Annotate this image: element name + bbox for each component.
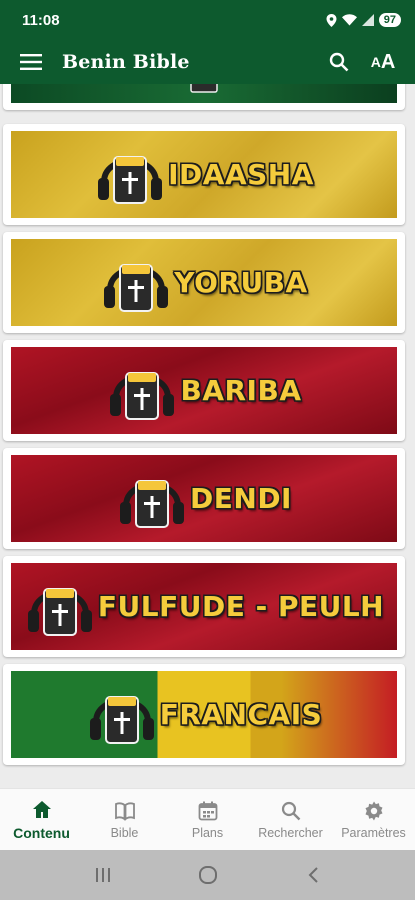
language-card-partial[interactable] [3,84,405,110]
system-nav-bar [0,850,415,900]
home-icon [32,800,51,818]
battery-indicator: 97 [378,13,401,27]
location-icon [326,13,337,27]
language-banner: FRANCAIS [11,671,397,758]
calendar-icon [198,801,217,820]
search-icon [281,801,300,820]
language-label: IDAASHA [168,158,314,191]
back-chevron-icon [308,867,318,883]
language-label: FRANCAIS [159,698,323,731]
language-banner: IDAASHA [11,131,397,218]
home-button[interactable] [188,855,228,895]
recents-icon [95,868,110,882]
back-button[interactable] [293,855,333,895]
language-banner: YORUBA [11,239,397,326]
search-icon [329,52,349,72]
home-circle-icon [198,866,217,884]
nav-tab-contenu[interactable]: Contenu [0,789,83,850]
nav-tab-bible[interactable]: Bible [83,789,166,850]
recents-button[interactable] [83,855,123,895]
screen: 11:08 97 Benin Bible AA IDAASHA YORUBA B… [0,0,415,900]
nav-label: Contenu [13,824,70,841]
bible-headphones-icon [104,263,169,312]
language-banner-partial [11,84,397,103]
language-label: BARIBA [180,374,302,407]
nav-label: Bible [110,825,139,840]
language-card-francais[interactable]: FRANCAIS [3,664,405,765]
gear-icon [365,801,382,820]
language-label: YORUBA [174,266,308,299]
app-bar: Benin Bible AA [0,40,415,84]
nav-label: Paramètres [341,825,406,840]
wifi-icon [341,14,357,26]
status-bar: 11:08 97 [0,0,415,40]
bible-headphones-icon [89,695,154,744]
content-list[interactable]: IDAASHA YORUBA BARIBA DENDI FULFUDE - PE… [0,84,415,788]
language-card-bariba[interactable]: BARIBA [3,340,405,441]
language-banner: BARIBA [11,347,397,434]
bible-headphones-icon [120,479,185,528]
font-size-small-a: A [370,54,381,70]
font-size-button[interactable]: AA [361,40,405,84]
nav-label: Rechercher [258,825,323,840]
language-banner: FULFUDE - PEULH [11,563,397,650]
bottom-nav: Contenu Bible Plans Rechercher Paramètre… [0,788,415,850]
bible-headphones-icon [27,587,92,636]
language-card-dendi[interactable]: DENDI [3,448,405,549]
menu-button[interactable] [0,40,62,84]
language-card-idaasha[interactable]: IDAASHA [3,124,405,225]
hamburger-icon [20,54,42,70]
nav-tab-plans[interactable]: Plans [166,789,249,850]
search-button[interactable] [317,40,361,84]
language-card-yoruba[interactable]: YORUBA [3,232,405,333]
book-icon [114,801,135,821]
bible-headphones-icon [190,84,218,93]
language-label: FULFUDE - PEULH [97,590,385,623]
nav-tab-rechercher[interactable]: Rechercher [249,789,332,850]
nav-label: Plans [191,825,224,840]
bible-headphones-icon [98,155,163,204]
nav-tab-parametres[interactable]: Paramètres [332,789,415,850]
status-time: 11:08 [22,11,60,29]
app-title: Benin Bible [62,51,190,73]
language-label: DENDI [190,482,292,515]
status-icons: 97 [326,13,401,27]
language-banner: DENDI [11,455,397,542]
language-card-fulfude[interactable]: FULFUDE - PEULH [3,556,405,657]
bible-headphones-icon [110,371,175,420]
font-size-large-a: A [380,50,396,73]
signal-icon [361,14,374,26]
